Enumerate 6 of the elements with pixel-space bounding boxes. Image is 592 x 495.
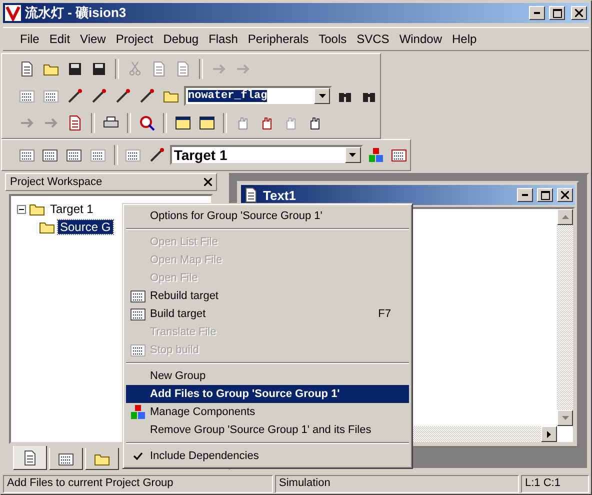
panel-title: Project Workspace [10, 176, 104, 188]
window-title: 流水灯 - 礦ision3 [25, 4, 128, 22]
status-position: L:1 C:1 [521, 475, 589, 493]
document-title: Text1 [263, 188, 297, 202]
status-mode: Simulation [275, 475, 519, 493]
status-message: Add Files to current Project Group [3, 475, 273, 493]
